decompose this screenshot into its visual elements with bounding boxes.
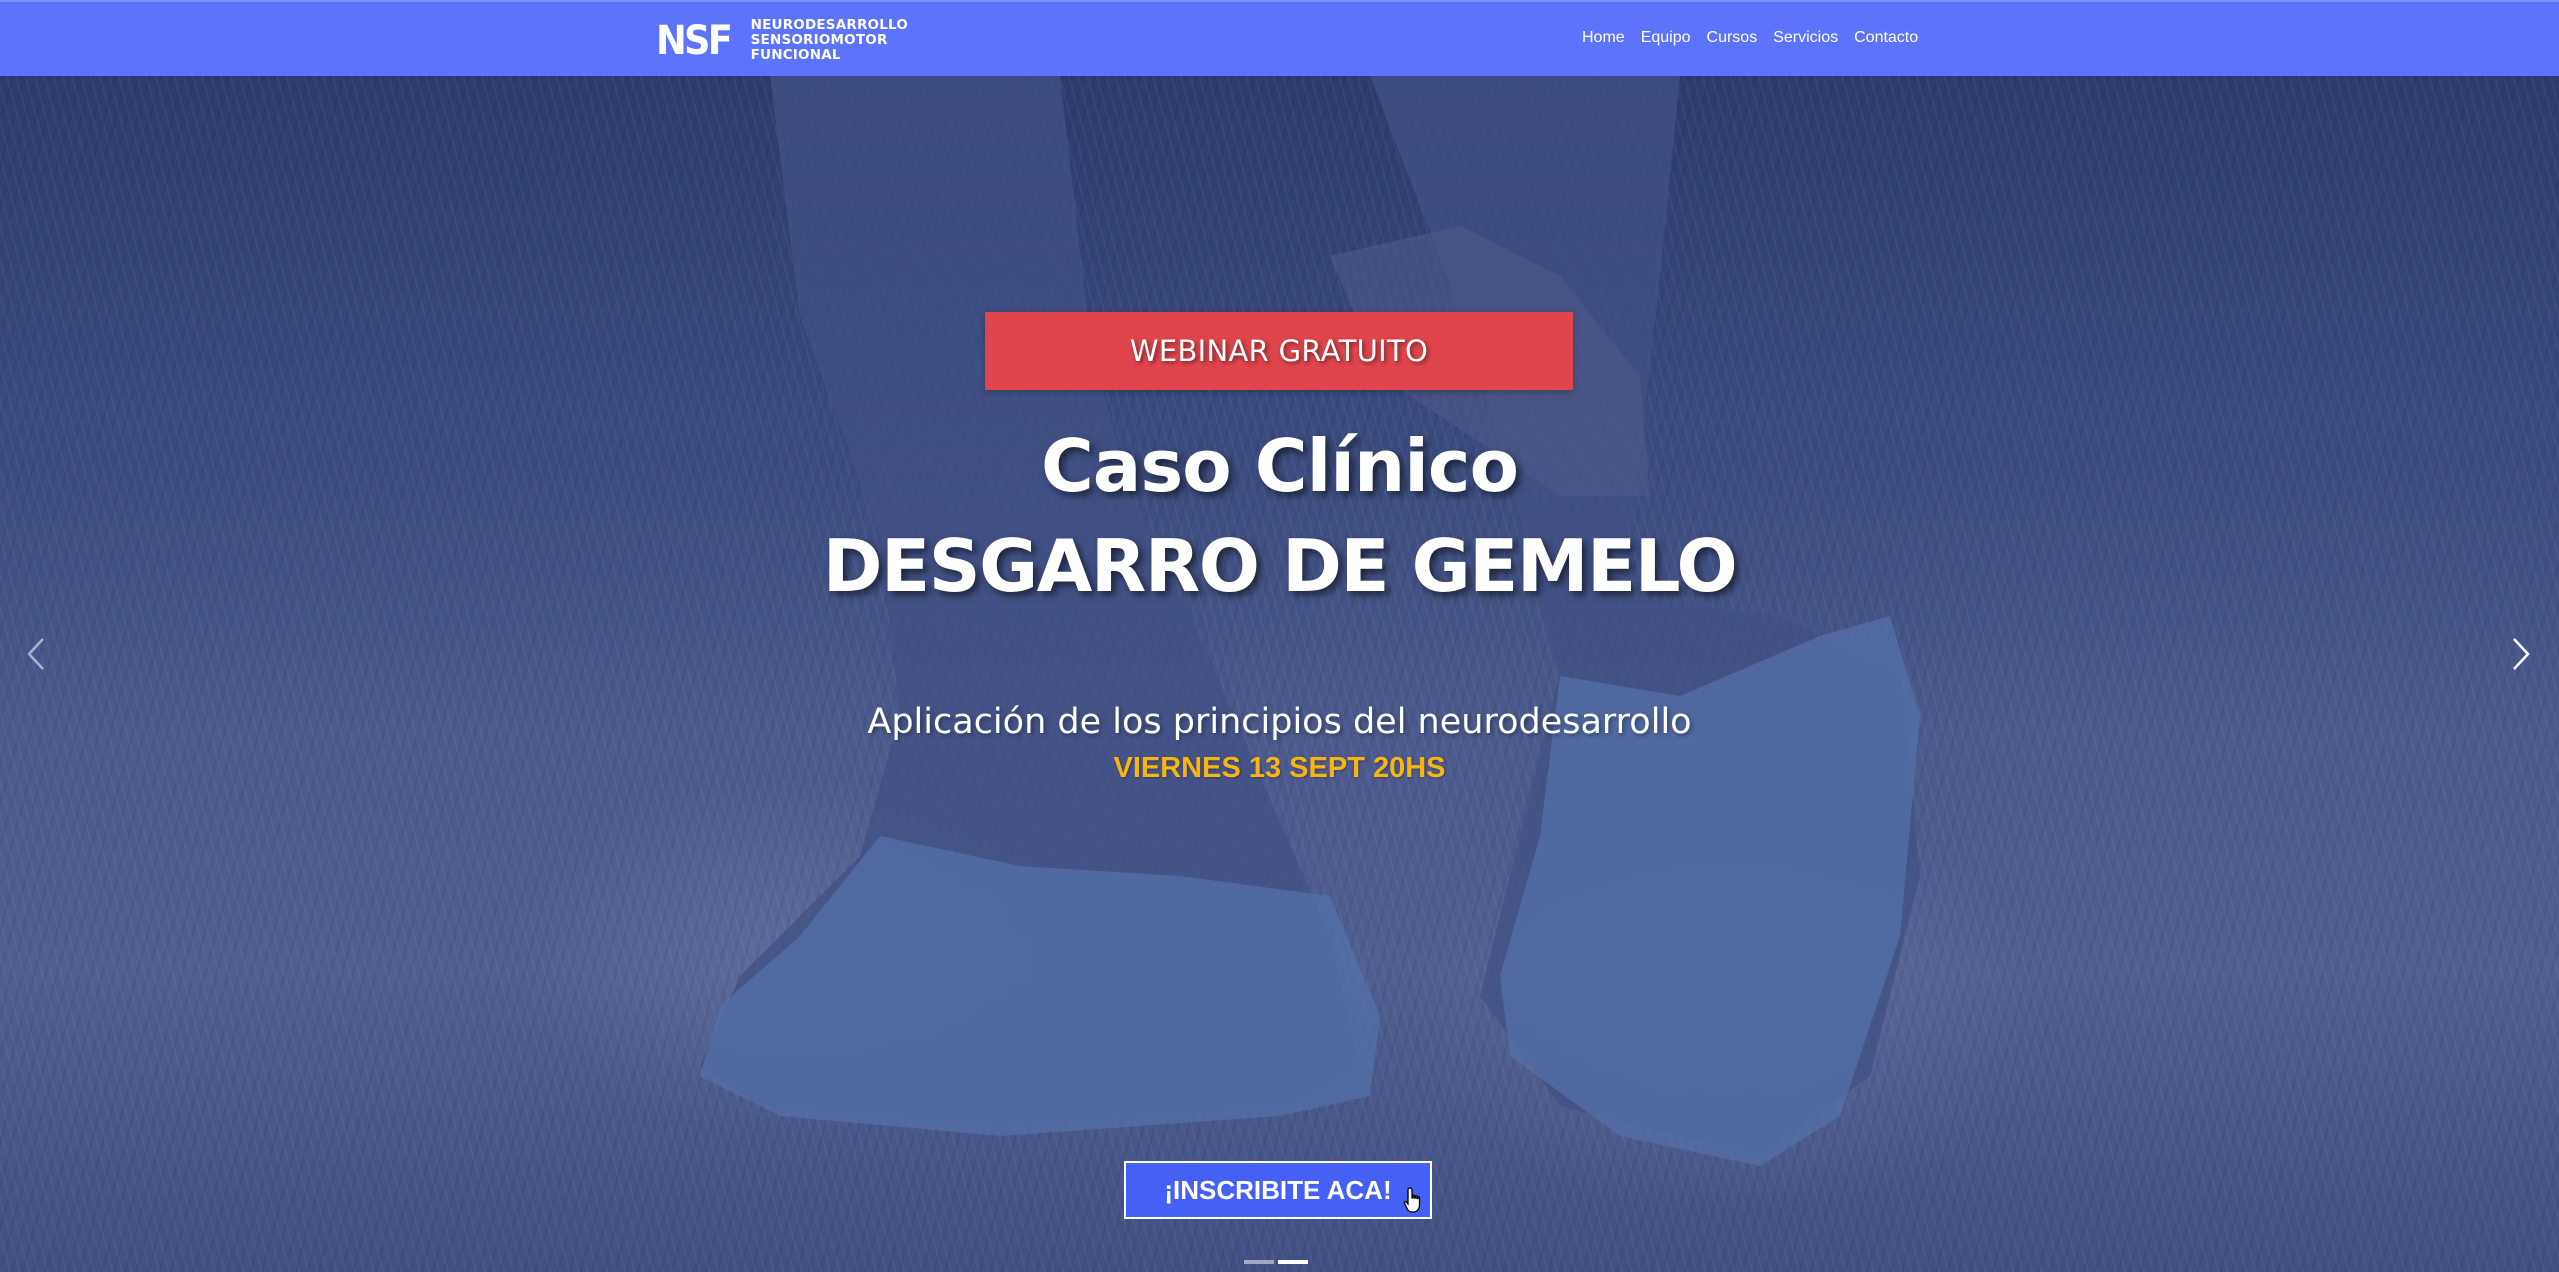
chevron-right-icon <box>2513 638 2530 670</box>
brand-logo[interactable]: NSF NEURODESARROLLO SENSORIOMOTOR FUNCIO… <box>656 18 908 63</box>
nav-link-home[interactable]: Home <box>1582 26 1633 50</box>
page: NSF NEURODESARROLLO SENSORIOMOTOR FUNCIO… <box>0 0 2559 1272</box>
nav-link-equipo[interactable]: Equipo <box>1633 26 1699 50</box>
event-date: VIERNES 13 SEPT 20HS <box>1113 752 1446 784</box>
nav-link-contacto[interactable]: Contacto <box>1846 26 1926 50</box>
carousel-indicators <box>1244 1260 1308 1264</box>
register-button[interactable]: ¡INSCRIBITE ACA! <box>1124 1161 1432 1219</box>
hero-overlay <box>0 76 2559 1272</box>
hero-title-line-2: DESGARRO DE GEMELO <box>822 524 1738 608</box>
webinar-badge: WEBINAR GRATUITO <box>985 312 1573 390</box>
hero-carousel: WEBINAR GRATUITO Caso Clínico DESGARRO D… <box>0 76 2559 1272</box>
brand-line-2: SENSORIOMOTOR <box>750 32 888 48</box>
nav-link-cursos[interactable]: Cursos <box>1699 26 1766 50</box>
brand-text: NEURODESARROLLO SENSORIOMOTOR FUNCIONAL <box>751 18 908 63</box>
nav-link-servicios[interactable]: Servicios <box>1765 26 1846 50</box>
hand-cursor-icon <box>1403 1187 1421 1213</box>
main-nav: Home Equipo Cursos Servicios Contacto <box>1582 26 1926 50</box>
carousel-indicator-2[interactable] <box>1278 1260 1308 1264</box>
carousel-prev-button[interactable] <box>16 624 56 684</box>
chevron-left-icon <box>27 638 44 670</box>
brand-line-1: NEURODESARROLLO <box>750 17 909 33</box>
hero-subtitle: Aplicación de los principios del neurode… <box>867 702 1692 742</box>
navbar: NSF NEURODESARROLLO SENSORIOMOTOR FUNCIO… <box>0 0 2559 76</box>
hero-title-line-1: Caso Clínico <box>1040 424 1519 508</box>
carousel-indicator-1[interactable] <box>1244 1260 1274 1264</box>
brand-line-3: FUNCIONAL <box>750 47 841 63</box>
carousel-next-button[interactable] <box>2501 624 2541 684</box>
brand-mark: NSF <box>656 17 733 64</box>
